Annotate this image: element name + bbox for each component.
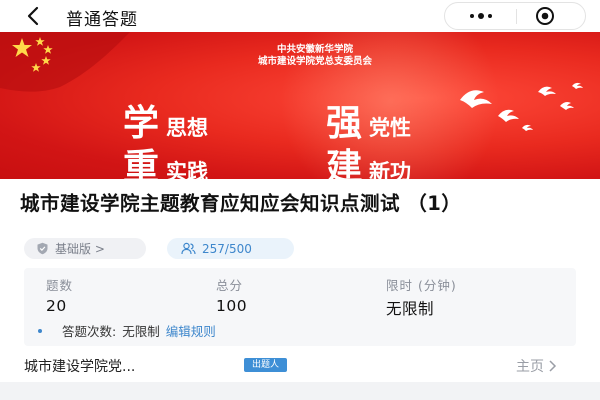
attempts-value: 无限制: [122, 324, 160, 339]
homepage-label: 主页: [516, 359, 544, 375]
capsule-divider: [516, 9, 517, 24]
stat-time-limit: 限时 (分钟) 无限制: [386, 275, 457, 319]
stat-value: 100: [216, 297, 248, 315]
people-icon: [181, 242, 196, 255]
slogan-3-small: 实践: [166, 160, 209, 179]
participants-count: 257/500: [202, 241, 252, 256]
homepage-link[interactable]: 主页: [516, 356, 557, 376]
slogan-3-big: 重: [123, 147, 161, 179]
stat-value: 无限制: [386, 300, 435, 318]
edit-rules-link[interactable]: 编辑规则: [166, 321, 216, 340]
quiz-stats-card: 题数 20 总分 100 限时 (分钟) 无限制 答题次数: 无限制 编辑规则: [24, 268, 576, 346]
target-circle-icon[interactable]: [535, 6, 555, 26]
stat-value: 20: [46, 297, 67, 315]
section-divider: [0, 382, 600, 400]
page-title: 普通答题: [66, 10, 138, 30]
stat-question-count: 题数 20: [46, 275, 73, 315]
slogan-4: 建新功: [326, 138, 411, 179]
party-flag-stars-icon: [0, 32, 130, 92]
bullet-dot: [38, 328, 42, 333]
attempts-label: 答题次数:: [62, 324, 117, 339]
edition-badge-label: 基础版 >: [55, 242, 105, 256]
author-name: 城市建设学院党...: [24, 359, 136, 375]
slogan-4-big: 建: [326, 147, 364, 179]
quiz-title: 城市建设学院主题教育应知应会知识点测试 （1）: [20, 192, 462, 215]
slogan-1-small: 思想: [166, 116, 209, 140]
chevron-right-icon: [549, 360, 557, 372]
slogan-3: 重实践: [123, 138, 208, 179]
org-line-1: 中共安徽新华学院: [276, 44, 353, 55]
quiz-banner: 中共安徽新华学院 城市建设学院党总支委员会 学思想 强党性 重实践 建新功: [0, 32, 600, 179]
more-dots-icon[interactable]: [445, 3, 516, 29]
author-tag: 出题人: [244, 358, 288, 372]
slogan-2-small: 党性: [369, 116, 412, 140]
doves-icon: [460, 82, 583, 131]
organization-name: 中共安徽新华学院 城市建设学院党总支委员会: [205, 44, 425, 68]
stat-total-score: 总分 100: [216, 275, 247, 315]
shield-icon: [37, 242, 48, 255]
org-line-2: 城市建设学院党总支委员会: [257, 56, 372, 67]
chevron-left-icon[interactable]: [20, 2, 48, 30]
mini-program-capsule: [444, 2, 586, 30]
stat-label: 题数: [46, 278, 74, 293]
stat-label: 限时 (分钟): [386, 278, 457, 293]
attempts-row: 答题次数: 无限制 编辑规则: [38, 321, 216, 340]
participants-badge[interactable]: 257/500: [167, 238, 294, 259]
slogan-4-small: 新功: [369, 160, 412, 179]
stat-label: 总分: [216, 278, 244, 293]
top-navbar: 普通答题: [0, 0, 600, 32]
edition-badge[interactable]: 基础版 >: [24, 238, 146, 259]
